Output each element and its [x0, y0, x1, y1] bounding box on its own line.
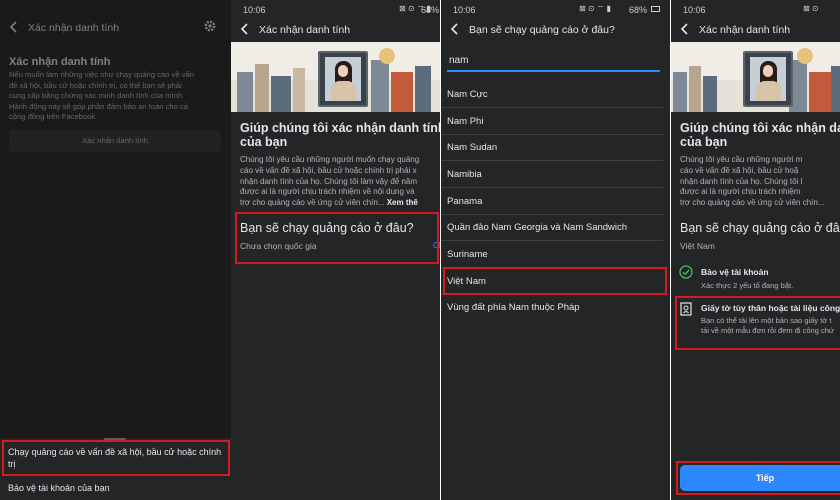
country-option[interactable]: Quần đảo Nam Georgia và Nam Sandwich	[447, 222, 627, 233]
battery-icon	[651, 6, 660, 12]
app-bar-title: Bạn sẽ chạy quảng cáo ở đâu?	[469, 24, 615, 36]
back-arrow-icon[interactable]	[679, 22, 691, 36]
country-search-input[interactable]: nam	[449, 55, 468, 66]
selected-country[interactable]: Việt Nam	[680, 241, 715, 251]
app-bar: Xác nhận danh tính	[671, 20, 840, 42]
battery-level: 68%	[629, 5, 648, 15]
highlight-box	[676, 461, 840, 495]
search-underline	[447, 70, 660, 72]
illustration-banner	[231, 42, 440, 112]
back-arrow-icon[interactable]	[449, 22, 461, 36]
divider	[441, 160, 663, 161]
highlight-box	[2, 440, 230, 476]
ad-country-question: Bạn sẽ chạy quảng cáo ở đâ	[680, 221, 840, 235]
country-option[interactable]: Suriname	[447, 249, 488, 260]
status-time: 10:06	[683, 5, 706, 15]
app-bar: Xác nhận danh tính	[231, 20, 440, 42]
status-bar: 10:06 ⊠ ⊙	[671, 0, 840, 20]
screen-confirm-identity: 10:06 ⊠ ⊙ ⌔ ▮ 68% Xác nhận danh tính Giú…	[231, 0, 440, 500]
country-option[interactable]: Namibia	[447, 169, 482, 180]
divider	[441, 187, 663, 188]
country-option[interactable]: Nam Sudan	[447, 142, 497, 153]
screen-identity-steps: 10:06 ⊠ ⊙ Xác nhận danh tính Giúp chúng …	[671, 0, 840, 500]
see-more-link[interactable]: Xem thê	[387, 198, 418, 207]
country-option[interactable]: Nam Phi	[447, 116, 483, 127]
status-time: 10:06	[243, 5, 266, 15]
highlight-box	[443, 267, 667, 295]
status-bar: 10:06 ⊠ ⊙ ⌔ ▮ 68%	[231, 0, 440, 20]
status-icons: ⊠ ⊙ ⌔ ▮	[579, 4, 611, 13]
back-arrow-icon[interactable]	[239, 22, 251, 36]
app-bar-title: Xác nhận danh tính	[259, 24, 351, 36]
divider	[441, 240, 663, 241]
status-bar: 10:06 ⊠ ⊙ ⌔ ▮ 68%	[441, 0, 670, 20]
page-body-text: Chúng tôi yêu cầu những người m cáo về v…	[680, 155, 825, 208]
sheet-item-protect-account[interactable]: Bảo vệ tài khoản của bạn	[8, 483, 110, 493]
status-icons: ⊠ ⊙	[803, 4, 819, 13]
screen-choose-country: 10:06 ⊠ ⊙ ⌔ ▮ 68% Bạn sẽ chạy quảng cáo …	[441, 0, 670, 500]
app-bar-title: Xác nhận danh tính	[699, 24, 791, 36]
step-account-desc: Xác thực 2 yếu tố đang bật.	[701, 281, 794, 290]
screen-identity-intro: Xác nhận danh tính Xác nhận danh tính Nế…	[0, 0, 231, 500]
dim-overlay	[0, 0, 231, 438]
divider	[441, 214, 663, 215]
status-time: 10:06	[453, 5, 476, 15]
battery-level: 68%	[420, 5, 439, 15]
country-option[interactable]: Vùng đất phía Nam thuộc Pháp	[447, 302, 580, 313]
highlight-box	[235, 212, 439, 264]
divider	[441, 107, 663, 108]
check-circle-icon	[679, 265, 693, 279]
page-body-text: Chúng tôi yêu cầu những người muốn chạy …	[240, 155, 420, 208]
page-heading: Giúp chúng tôi xác nhận danh của bạn	[680, 121, 840, 149]
profile-photo-frame	[318, 51, 368, 107]
profile-photo-frame	[743, 51, 793, 107]
step-account-title: Bảo vệ tài khoản	[701, 267, 769, 277]
illustration-banner	[671, 42, 840, 112]
highlight-box	[675, 296, 840, 350]
page-heading: Giúp chúng tôi xác nhận danh tính của bạ…	[240, 121, 440, 149]
country-option[interactable]: Panama	[447, 196, 482, 207]
country-option[interactable]: Nam Cực	[447, 89, 488, 100]
app-bar: Bạn sẽ chạy quảng cáo ở đâu?	[441, 20, 670, 42]
divider	[441, 134, 663, 135]
